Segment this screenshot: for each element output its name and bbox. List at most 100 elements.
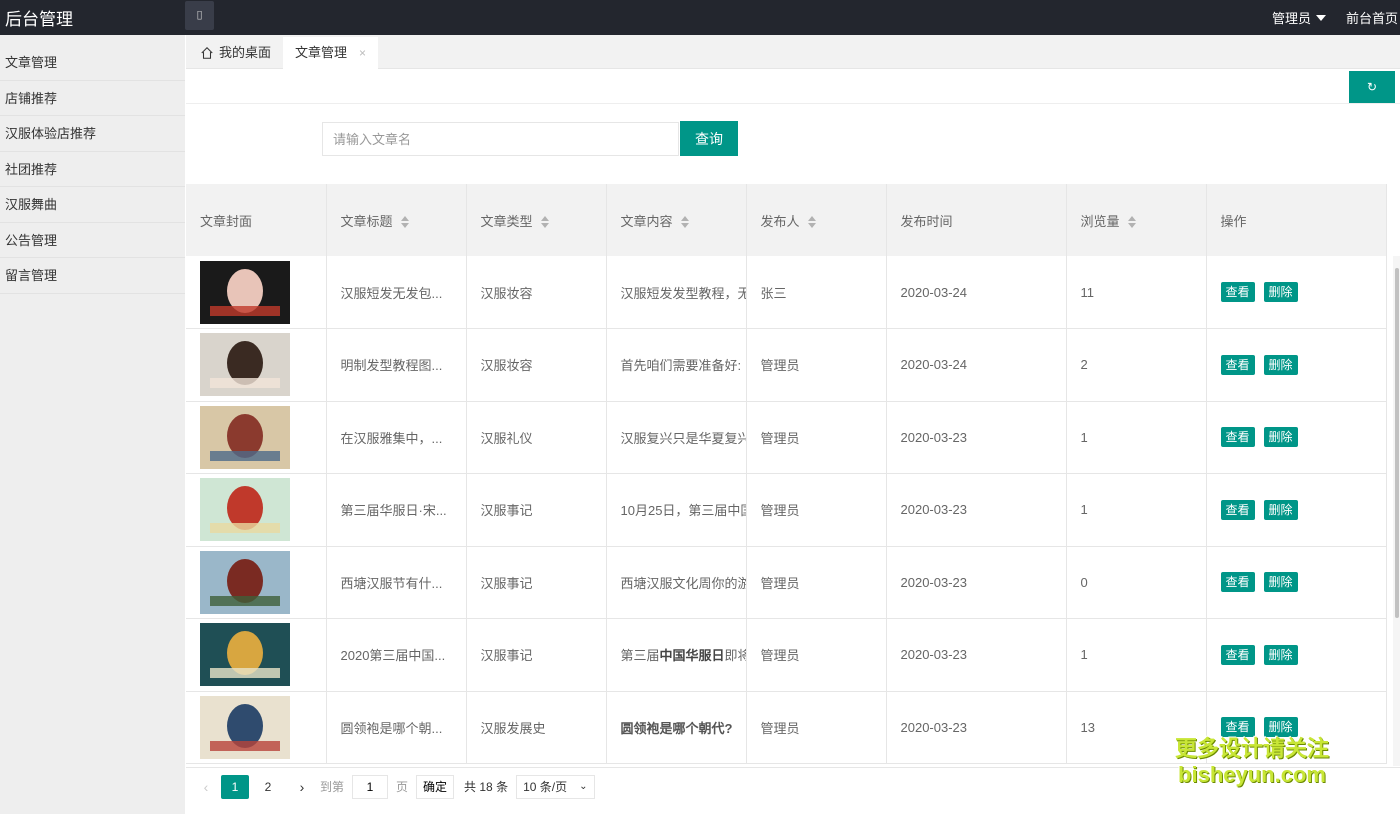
article-cover-image xyxy=(200,550,290,614)
sidebar-item-article[interactable]: 文章管理 xyxy=(0,45,185,81)
delete-button[interactable]: 删除 xyxy=(1263,572,1298,593)
title-cell: 西塘汉服节有什... xyxy=(326,546,467,619)
header-actions: 操作 xyxy=(1206,184,1387,256)
sidebar-item-dance[interactable]: 汉服舞曲 xyxy=(0,187,185,223)
cover-cell xyxy=(186,256,327,329)
cover-cell xyxy=(186,691,327,764)
cover-cell xyxy=(186,328,327,402)
sidebar-item-message[interactable]: 留言管理 xyxy=(0,258,185,294)
views-cell: 2 xyxy=(1066,328,1207,402)
user-menu[interactable]: 管理员 xyxy=(1272,8,1326,27)
header-content[interactable]: 文章内容 xyxy=(606,184,747,256)
search-input[interactable] xyxy=(322,122,679,156)
author-cell: 管理员 xyxy=(746,618,887,692)
actions-cell: 查看 删除 xyxy=(1206,473,1387,547)
cover-cell xyxy=(186,618,327,692)
close-icon[interactable]: × xyxy=(359,37,366,69)
view-button[interactable]: 查看 xyxy=(1220,427,1255,448)
delete-button[interactable]: 删除 xyxy=(1263,427,1298,448)
sort-icon[interactable] xyxy=(1127,216,1136,229)
watermark: 更多设计请关注 bisheyun.com xyxy=(1172,736,1332,788)
header-cover: 文章封面 xyxy=(186,184,327,256)
page-number-2[interactable]: 2 xyxy=(254,775,282,799)
tab-article-label: 文章管理 xyxy=(295,45,348,60)
sort-icon[interactable] xyxy=(680,216,689,229)
content-cell: 汉服复兴只是华夏复兴 xyxy=(606,401,747,474)
top-bar: 后台管理 ▯ 管理员 前台首页 xyxy=(0,0,1400,35)
date-cell: 2020-03-23 xyxy=(886,618,1067,692)
author-cell: 张三 xyxy=(746,256,887,329)
tab-home[interactable]: 我的桌面 xyxy=(188,37,283,69)
watermark-line1: 更多设计请关注 xyxy=(1174,736,1329,761)
delete-button[interactable]: 删除 xyxy=(1263,499,1298,520)
view-button[interactable]: 查看 xyxy=(1220,717,1255,738)
article-cover-image xyxy=(200,695,290,759)
actions-cell: 查看 删除 xyxy=(1206,328,1387,402)
view-button[interactable]: 查看 xyxy=(1220,282,1255,302)
app-title: 后台管理 xyxy=(5,10,73,29)
sort-icon[interactable] xyxy=(400,216,409,229)
page-size-select[interactable]: 10 条/页 ⌄ xyxy=(516,774,595,799)
tab-bar: 我的桌面 文章管理 × xyxy=(186,35,1400,69)
delete-button[interactable]: 删除 xyxy=(1263,644,1298,665)
sidebar-item-shop[interactable]: 店铺推荐 xyxy=(0,81,185,116)
view-button[interactable]: 查看 xyxy=(1220,499,1255,520)
type-cell: 汉服事记 xyxy=(466,618,607,692)
delete-button[interactable]: 删除 xyxy=(1263,717,1298,738)
content-cell: 首先咱们需要准备好: xyxy=(606,328,747,402)
table-row: 在汉服雅集中，... 汉服礼仪 汉服复兴只是华夏复兴 管理员 2020-03-23 1 查看… xyxy=(186,401,1387,474)
view-button[interactable]: 查看 xyxy=(1220,572,1255,593)
menu-toggle-button[interactable]: ▯ xyxy=(185,1,214,30)
goto-confirm-button[interactable]: 确定 xyxy=(416,774,455,799)
delete-button[interactable]: 删除 xyxy=(1263,282,1298,302)
date-cell: 2020-03-24 xyxy=(886,328,1067,402)
refresh-button[interactable]: ↻ xyxy=(1349,71,1395,103)
content-text: 第三届 xyxy=(620,648,660,664)
content-cell: 第三届中国华服日即将 xyxy=(606,618,747,692)
front-home-link[interactable]: 前台首页 xyxy=(1346,8,1398,27)
tab-home-label: 我的桌面 xyxy=(219,45,272,60)
content-text: 即将 xyxy=(724,648,745,664)
caret-down-icon xyxy=(1315,14,1326,21)
article-table: 文章封面 文章标题 文章类型 文章内容 发布人 发布时间 浏览量 操作 汉服短发… xyxy=(186,184,1400,767)
header-views[interactable]: 浏览量 xyxy=(1066,184,1207,256)
title-cell: 2020第三届中国... xyxy=(326,618,467,692)
article-cover-image xyxy=(200,405,290,469)
page-number-1[interactable]: 1 xyxy=(221,774,249,799)
views-cell: 1 xyxy=(1066,473,1207,547)
content-cell: 西塘汉服文化周你的游 xyxy=(606,546,747,619)
view-button[interactable]: 查看 xyxy=(1220,644,1255,665)
type-cell: 汉服事记 xyxy=(466,473,607,547)
header-type[interactable]: 文章类型 xyxy=(466,184,607,256)
cover-cell xyxy=(186,546,327,619)
table-row: 汉服短发无发包... 汉服妆容 汉服短发发型教程，无 张三 2020-03-24 11 查看… xyxy=(186,256,1387,329)
article-cover-image xyxy=(200,478,290,542)
sort-icon[interactable] xyxy=(540,216,549,229)
header-title[interactable]: 文章标题 xyxy=(326,184,467,256)
search-button[interactable]: 查询 xyxy=(680,121,738,156)
article-cover-image xyxy=(200,333,290,397)
author-cell: 管理员 xyxy=(746,473,887,547)
title-cell: 明制发型教程图... xyxy=(326,328,467,402)
type-cell: 汉服事记 xyxy=(466,546,607,619)
goto-page-input[interactable] xyxy=(352,774,389,799)
view-button[interactable]: 查看 xyxy=(1220,354,1255,375)
total-count: 共 18 条 xyxy=(464,780,509,794)
sort-icon[interactable] xyxy=(807,216,816,229)
user-menu-label: 管理员 xyxy=(1271,11,1311,26)
header-author[interactable]: 发布人 xyxy=(746,184,887,256)
delete-button[interactable]: 删除 xyxy=(1263,354,1298,375)
table-scroll-thumb[interactable] xyxy=(1395,268,1399,618)
title-cell: 在汉服雅集中，... xyxy=(326,401,467,474)
title-cell: 汉服短发无发包... xyxy=(326,256,467,329)
next-page-icon[interactable]: › xyxy=(292,779,312,795)
actions-cell: 查看 删除 xyxy=(1206,401,1387,474)
sidebar-item-club[interactable]: 社团推荐 xyxy=(0,152,185,187)
sidebar-list: 文章管理 店铺推荐 汉服体验店推荐 社团推荐 汉服舞曲 公告管理 留言管理 xyxy=(0,45,185,294)
tab-article-manage[interactable]: 文章管理 × xyxy=(283,37,379,69)
prev-page-icon[interactable]: ‹ xyxy=(196,779,216,795)
header-date: 发布时间 xyxy=(886,184,1067,256)
title-cell: 圆领袍是哪个朝... xyxy=(326,691,467,764)
sidebar-item-notice[interactable]: 公告管理 xyxy=(0,223,185,258)
sidebar-item-experience-store[interactable]: 汉服体验店推荐 xyxy=(0,116,185,152)
